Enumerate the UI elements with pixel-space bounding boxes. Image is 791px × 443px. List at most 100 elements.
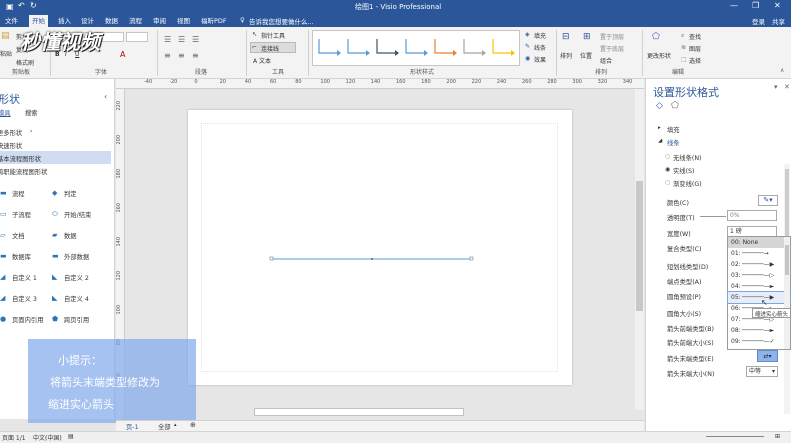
arrow-option[interactable]: 04: ──────—► (728, 281, 790, 292)
shape-item[interactable]: 子流程 (12, 210, 31, 219)
vertical-scrollbar[interactable] (635, 89, 644, 410)
align-arrange-icon[interactable]: ⊟ (562, 32, 570, 42)
add-page-icon[interactable]: ⊕ (190, 421, 196, 429)
align-bottom-icon[interactable]: ☰ (192, 35, 199, 44)
effects-icon[interactable]: ◉ (525, 55, 530, 62)
group-button[interactable]: 组合 (600, 56, 612, 65)
horizontal-scrollbar[interactable] (254, 408, 464, 416)
style-swatch-4[interactable] (405, 39, 424, 54)
fill-icon[interactable]: ◈ (525, 31, 530, 38)
font-color-icon[interactable]: A (120, 50, 125, 59)
change-shape-icon[interactable]: ⬠ (652, 32, 660, 42)
solid-line-radio[interactable]: ◉ (665, 166, 670, 173)
font-size-box[interactable] (126, 32, 148, 42)
shape-item[interactable]: 文档 (12, 231, 25, 240)
arrow-option[interactable]: 01: ──────→ (728, 248, 790, 259)
connector-line[interactable] (188, 110, 572, 385)
arrow-option[interactable]: 09: ──────—✓ (728, 336, 790, 347)
line-color-button[interactable]: ✎▾ (758, 195, 778, 206)
end-type-button[interactable]: ⇄▾ (757, 350, 778, 362)
arrow-type-list[interactable]: 00: None 01: ──────→ 02: ──────—▶ 03: ──────—▷… (727, 236, 791, 350)
maximize-icon[interactable]: ❐ (752, 1, 759, 10)
tab-view[interactable]: 视图 (174, 15, 193, 27)
quick-shapes-link[interactable]: 快速形状 (0, 141, 22, 150)
collapse-pane-icon[interactable]: ‹ (104, 92, 107, 101)
layer-icon[interactable]: ≋ (681, 44, 686, 51)
line-icon[interactable]: ✎ (525, 43, 530, 50)
line-section[interactable]: 线条 (667, 138, 680, 147)
find-icon[interactable]: ⌕ (681, 32, 684, 40)
tab-pdf[interactable]: 福昕PDF (198, 15, 230, 27)
pointer-tool-icon[interactable]: ↖ (252, 31, 257, 38)
style-swatch-1[interactable] (318, 39, 337, 54)
format-painter-button[interactable]: 格式刷 (16, 58, 34, 67)
style-swatch-3[interactable] (376, 39, 395, 54)
no-line-label[interactable]: 无线条(N) (673, 153, 702, 162)
fill-expand-icon[interactable]: ▸ (658, 125, 661, 131)
align-middle-icon[interactable]: ☰ (178, 35, 185, 44)
paste-icon[interactable]: ▤ (1, 31, 10, 41)
style-swatch-7[interactable] (492, 39, 511, 54)
arrow-option[interactable]: 08: ──────—► (728, 325, 790, 336)
select-icon[interactable]: ⬚ (681, 56, 687, 63)
align-right-icon[interactable]: ≡ (192, 51, 199, 60)
minimize-icon[interactable]: — (730, 1, 738, 10)
shape-item[interactable]: 自定义 3 (12, 294, 37, 303)
text-tool-button[interactable]: A 文本 (253, 56, 271, 65)
tab-process[interactable]: 流程 (126, 15, 145, 27)
gradient-line-radio[interactable]: ○ (665, 179, 670, 186)
line-expand-icon[interactable]: ◢ (658, 138, 662, 144)
share-button[interactable]: 共享 (772, 16, 785, 26)
shape-item[interactable]: 自定义 4 (64, 294, 89, 303)
align-left-icon[interactable]: ≡ (164, 51, 171, 60)
paste-button[interactable]: 粘贴 (0, 49, 12, 58)
transparency-slider[interactable] (700, 216, 726, 217)
shape-item[interactable]: 数据库 (12, 252, 31, 261)
style-swatch-6[interactable] (463, 39, 482, 54)
tab-stencils[interactable]: 模具 (0, 108, 11, 117)
shape-item[interactable]: 自定义 2 (64, 273, 89, 282)
vertical-scroll-thumb[interactable] (636, 181, 643, 311)
line-button[interactable]: 线条 (534, 43, 546, 52)
pane-close-icon[interactable]: ✕ (784, 83, 790, 91)
tab-search[interactable]: 搜索 (25, 108, 38, 117)
shape-item[interactable]: 流程 (12, 189, 25, 198)
align-arrange-button[interactable]: 排列 (560, 51, 572, 60)
style-swatch-5[interactable] (434, 39, 453, 54)
fill-section[interactable]: 填充 (667, 125, 680, 134)
send-back-button[interactable]: 置于底层 (600, 44, 624, 53)
login-link[interactable]: 登录 (752, 16, 765, 26)
save-icon[interactable]: ▣ (6, 2, 14, 11)
effects-button[interactable]: 效果 (534, 55, 546, 64)
shape-item[interactable]: 开始/结束 (64, 210, 91, 219)
position-button[interactable]: 位置 (580, 51, 592, 60)
cross-functional-link[interactable]: 跨职能流程图形状 (0, 167, 47, 176)
tell-me-input[interactable]: 告诉我您想要做什么... (249, 16, 314, 26)
shape-item[interactable]: 判定 (64, 189, 77, 198)
find-button[interactable]: 查找 (689, 32, 701, 41)
solid-line-label[interactable]: 实线(S) (673, 166, 695, 175)
fill-button[interactable]: 填充 (534, 31, 546, 40)
position-icon[interactable]: ⊞ (583, 32, 591, 42)
tab-data[interactable]: 数据 (102, 15, 121, 27)
transparency-input[interactable]: 0% (727, 210, 777, 221)
more-shapes-link[interactable]: 更多形状 (0, 128, 22, 137)
arrow-option[interactable]: 05: ──────—▶ (727, 291, 791, 304)
shape-item[interactable]: 页面内引用 (12, 315, 43, 324)
arrow-option[interactable]: 03: ──────—▷ (728, 270, 790, 281)
shape-item[interactable]: 跨页引用 (64, 315, 89, 324)
shape-item[interactable]: 自定义 1 (12, 273, 37, 282)
fit-page-icon[interactable]: ⊞ (775, 433, 780, 440)
layer-button[interactable]: 图层 (689, 44, 701, 53)
style-swatches[interactable] (313, 31, 519, 65)
arrow-option[interactable]: 02: ──────—▶ (728, 259, 790, 270)
close-icon[interactable]: ✕ (774, 1, 781, 10)
tab-review[interactable]: 审阅 (150, 15, 169, 27)
tab-file[interactable]: 文件 (2, 15, 21, 27)
pointer-tool-button[interactable]: 指针工具 (261, 31, 285, 40)
drawing-page[interactable] (188, 110, 572, 385)
arrow-list-scrollbar[interactable] (784, 237, 790, 349)
style-swatch-2[interactable] (347, 39, 366, 54)
page-tab-1[interactable]: 页-1 (126, 422, 139, 431)
shape-styles-gallery[interactable] (312, 30, 520, 66)
